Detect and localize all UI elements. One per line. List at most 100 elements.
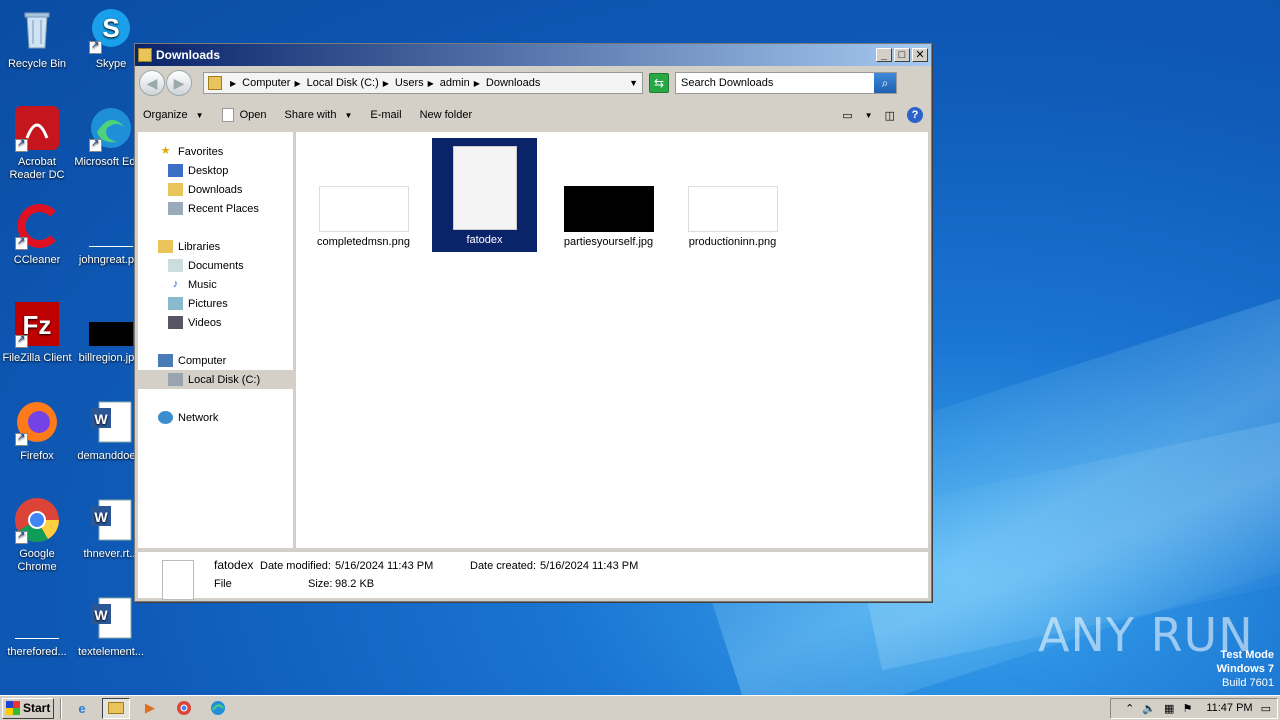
nav-pictures[interactable]: Pictures xyxy=(138,294,293,313)
word-document-icon: W xyxy=(87,398,135,446)
breadcrumb-computer[interactable]: Computer xyxy=(242,77,290,89)
search-icon[interactable]: ⌕ xyxy=(874,73,896,93)
nav-network[interactable]: Network xyxy=(138,408,293,427)
navigation-pane[interactable]: ★ Favorites Desktop Downloads Recent Plac… xyxy=(138,132,296,548)
nav-desktop[interactable]: Desktop xyxy=(138,161,293,180)
computer-icon xyxy=(158,354,173,367)
back-button[interactable]: ◀ xyxy=(139,70,165,96)
desktop-icon-ccleaner[interactable]: CCleaner xyxy=(0,202,74,267)
recent-places-icon xyxy=(168,202,183,215)
details-date-modified: 5/16/2024 11:43 PM xyxy=(335,560,434,572)
new-folder-button[interactable]: New folder xyxy=(420,109,473,121)
share-with-button[interactable]: Share with ▼ xyxy=(284,109,352,121)
nav-downloads[interactable]: Downloads xyxy=(138,180,293,199)
organize-button[interactable]: Organize ▼ xyxy=(143,109,204,121)
system-tray: ⌃ 🔈 ▦ ⚑ 11:47 PM ▭ xyxy=(1110,697,1278,719)
edge-taskbar-icon[interactable] xyxy=(204,698,232,719)
nav-videos[interactable]: Videos xyxy=(138,313,293,332)
chevron-down-icon[interactable]: ▼ xyxy=(629,78,638,88)
shortcut-arrow-icon xyxy=(15,530,28,544)
firefox-icon xyxy=(13,398,61,446)
volume-icon[interactable]: 🔈 xyxy=(1142,702,1156,715)
downloads-folder-icon xyxy=(168,183,183,196)
nav-libraries[interactable]: Libraries xyxy=(138,237,293,256)
details-file-name: fatodex xyxy=(214,558,254,572)
svg-text:S: S xyxy=(102,13,119,43)
nav-computer[interactable]: Computer xyxy=(138,351,293,370)
nav-documents[interactable]: Documents xyxy=(138,256,293,275)
change-view-icon[interactable]: ▭ xyxy=(842,109,852,122)
search-input[interactable]: Search Downloads ⌕ xyxy=(675,72,897,94)
preview-pane-icon[interactable]: ◫ xyxy=(885,109,895,122)
system-watermark: Test Mode Windows 7 Build 7601 xyxy=(1216,649,1274,689)
desktop-icon-therefored[interactable]: therefored... xyxy=(0,594,74,659)
search-placeholder: Search Downloads xyxy=(681,77,774,89)
drive-icon xyxy=(168,373,183,386)
ccleaner-icon xyxy=(13,202,61,250)
nav-favorites[interactable]: ★ Favorites xyxy=(138,142,293,161)
svg-text:W: W xyxy=(94,411,108,427)
generic-file-icon xyxy=(452,146,517,230)
shortcut-arrow-icon xyxy=(89,138,102,152)
breadcrumb-admin[interactable]: admin xyxy=(440,77,470,89)
minimize-button[interactable]: _ xyxy=(876,48,892,62)
generic-file-icon xyxy=(162,560,194,600)
desktop-icon-textelement[interactable]: W textelement... xyxy=(74,594,148,659)
explorer-body: ★ Favorites Desktop Downloads Recent Plac… xyxy=(138,132,928,548)
help-icon[interactable]: ? xyxy=(907,107,923,123)
chevron-down-icon[interactable]: ▼ xyxy=(865,111,873,120)
breadcrumb-local-disk[interactable]: Local Disk (C:) xyxy=(307,77,379,89)
breadcrumb-users[interactable]: Users xyxy=(395,77,424,89)
file-list[interactable]: completedmsn.png fatodex partiesyourself… xyxy=(296,132,928,548)
close-button[interactable]: ✕ xyxy=(912,48,928,62)
chevron-right-icon[interactable]: ▶ xyxy=(383,79,389,88)
media-player-icon[interactable]: ▶ xyxy=(136,698,164,719)
image-file-icon xyxy=(87,300,135,348)
desktop-icon-filezilla[interactable]: Fz FileZilla Client xyxy=(0,300,74,365)
forward-button[interactable]: ▶ xyxy=(166,70,192,96)
chevron-right-icon[interactable]: ▶ xyxy=(230,79,236,88)
nav-local-disk[interactable]: Local Disk (C:) xyxy=(138,370,293,389)
nav-music[interactable]: ♪ Music xyxy=(138,275,293,294)
maximize-button[interactable]: □ xyxy=(894,48,910,62)
show-desktop-icon[interactable]: ▭ xyxy=(1261,702,1271,715)
desktop-icon-recycle-bin[interactable]: Recycle Bin xyxy=(0,6,74,71)
shortcut-arrow-icon xyxy=(15,432,28,446)
chevron-right-icon[interactable]: ▶ xyxy=(428,79,434,88)
network-tray-icon[interactable]: ▦ xyxy=(1164,702,1174,715)
show-hidden-icons-icon[interactable]: ⌃ xyxy=(1125,702,1134,715)
open-button[interactable]: Open xyxy=(221,108,266,122)
image-file-icon xyxy=(87,202,135,250)
explorer-window[interactable]: Downloads _ □ ✕ ◀ ▶ ▶ Computer ▶ Local D… xyxy=(134,43,932,602)
svg-text:W: W xyxy=(94,509,108,525)
explorer-taskbar-icon[interactable] xyxy=(102,697,130,719)
desktop-icon xyxy=(168,164,183,177)
chevron-right-icon[interactable]: ▶ xyxy=(474,79,480,88)
internet-explorer-icon[interactable]: e xyxy=(68,698,96,719)
clock[interactable]: 11:47 PM xyxy=(1206,702,1252,714)
start-button[interactable]: Start xyxy=(2,697,54,719)
recycle-bin-icon xyxy=(13,6,61,54)
image-file-icon xyxy=(13,594,61,642)
action-center-flag-icon[interactable]: ⚑ xyxy=(1182,702,1192,715)
refresh-button[interactable]: ⇆ xyxy=(649,73,669,93)
folder-icon xyxy=(138,48,152,62)
desktop-icon-acrobat[interactable]: Acrobat Reader DC xyxy=(0,104,74,182)
documents-icon xyxy=(168,259,183,272)
chrome-taskbar-icon[interactable] xyxy=(170,698,198,719)
email-button[interactable]: E-mail xyxy=(370,109,401,121)
desktop-icon-firefox[interactable]: Firefox xyxy=(0,398,74,463)
file-item[interactable]: partiesyourself.jpg xyxy=(556,144,661,258)
chevron-right-icon[interactable]: ▶ xyxy=(294,79,300,88)
file-item[interactable]: productioninn.png xyxy=(680,144,785,258)
details-size: 98.2 KB xyxy=(335,578,375,590)
address-bar[interactable]: ▶ Computer ▶ Local Disk (C:) ▶ Users ▶ a… xyxy=(203,72,643,94)
details-size-label: Size: xyxy=(308,578,333,590)
file-item[interactable]: completedmsn.png xyxy=(311,144,416,258)
nav-recent-places[interactable]: Recent Places xyxy=(138,199,293,218)
skype-icon: S xyxy=(87,6,135,54)
desktop-icon-chrome[interactable]: Google Chrome xyxy=(0,496,74,574)
window-titlebar[interactable]: Downloads _ □ ✕ xyxy=(135,44,931,66)
file-item-selected[interactable]: fatodex xyxy=(432,138,537,252)
breadcrumb-downloads[interactable]: Downloads xyxy=(486,77,540,89)
